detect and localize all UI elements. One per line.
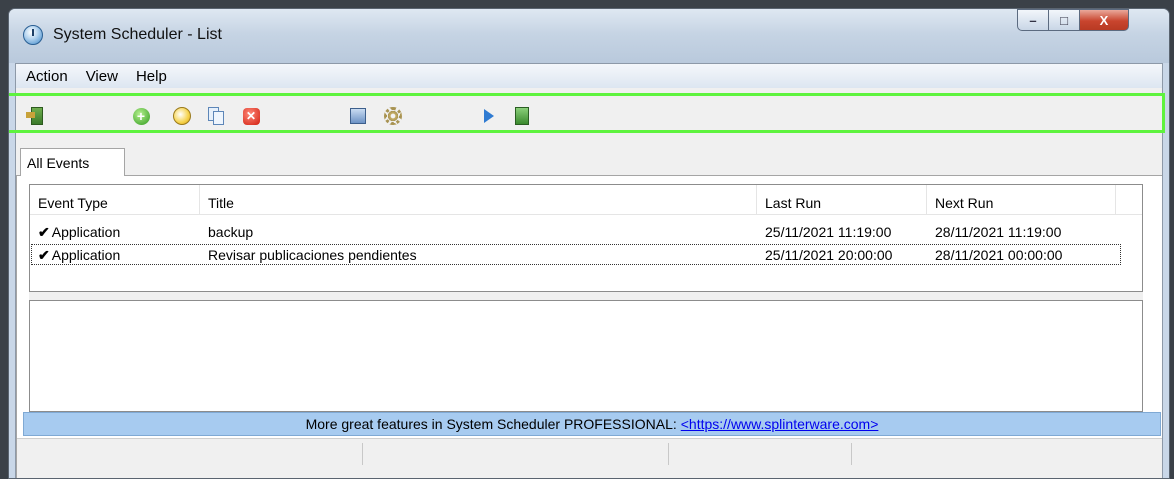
title-cell: backup	[208, 224, 254, 240]
column-header-title[interactable]: Title	[200, 185, 757, 215]
clock-icon[interactable]	[23, 25, 43, 45]
next-run-cell: 28/11/2021 00:00:00	[935, 247, 1063, 263]
status-segment	[669, 443, 852, 465]
table-row[interactable]: ✔ Application Revisar publicaciones pendi…	[30, 244, 1142, 266]
column-header-next-run[interactable]: Next Run	[927, 185, 1116, 215]
copy-event-icon[interactable]	[205, 105, 227, 127]
app-window: System Scheduler - List – □ X Action Vie…	[8, 8, 1170, 479]
menu-action[interactable]: Action	[26, 68, 68, 85]
exit-icon[interactable]	[26, 105, 48, 127]
promo-text: More great features in System Scheduler …	[305, 416, 677, 432]
delete-event-icon[interactable]: ✕	[240, 105, 262, 127]
maximize-icon: □	[1060, 12, 1068, 28]
menu-bar: Action View Help	[16, 64, 1162, 88]
event-type-value: Application	[51, 247, 121, 263]
window-title: System Scheduler - List	[53, 26, 222, 43]
status-segment	[852, 443, 1162, 465]
minimize-icon: –	[1029, 12, 1037, 28]
event-type-cell: ✔ Application	[38, 247, 120, 264]
details-pane	[29, 300, 1143, 412]
status-bar	[17, 438, 1162, 478]
title-cell: Revisar publicaciones pendientes	[208, 247, 417, 263]
maximize-button[interactable]: □	[1048, 9, 1080, 31]
last-run-cell: 25/11/2021 11:19:00	[765, 224, 892, 240]
tab-strip: All Events	[16, 142, 1162, 177]
add-event-icon[interactable]: +	[130, 105, 152, 127]
menu-view[interactable]: View	[86, 68, 118, 85]
events-panel: Event Type Title Last Run Next Run ✔ Appl…	[16, 176, 1162, 478]
event-type-cell: ✔ Application	[38, 224, 120, 241]
column-header-last-run[interactable]: Last Run	[757, 185, 927, 215]
status-segment	[17, 443, 363, 465]
run-icon[interactable]	[478, 105, 500, 127]
export-icon[interactable]	[511, 105, 533, 127]
table-row[interactable]: ✔ Application backup 25/11/2021 11:19:00 …	[30, 221, 1142, 243]
splitter[interactable]	[29, 292, 1143, 300]
last-run-cell: 25/11/2021 20:00:00	[765, 247, 893, 263]
tab-all-events[interactable]: All Events	[20, 148, 125, 177]
close-button[interactable]: X	[1079, 9, 1129, 31]
event-log-icon[interactable]	[347, 105, 369, 127]
promo-link[interactable]: <https://www.splinterware.com>	[681, 416, 879, 432]
check-icon: ✔	[38, 224, 50, 240]
settings-icon[interactable]	[382, 105, 404, 127]
event-type-value: Application	[51, 224, 121, 240]
events-list[interactable]: Event Type Title Last Run Next Run ✔ Appl…	[29, 184, 1143, 292]
list-header: Event Type Title Last Run Next Run	[30, 185, 1142, 215]
close-icon: X	[1099, 12, 1109, 28]
toolbar: + ✕	[16, 88, 1162, 142]
minimize-button[interactable]: –	[1017, 9, 1049, 31]
status-segment	[363, 443, 669, 465]
next-run-cell: 28/11/2021 11:19:00	[935, 224, 1062, 240]
column-header-event-type[interactable]: Event Type	[30, 185, 200, 215]
title-bar[interactable]: System Scheduler - List – □ X	[9, 9, 1169, 63]
client-area: Action View Help + ✕ All Events Event Ty…	[15, 63, 1163, 478]
check-icon: ✔	[38, 247, 50, 263]
promo-banner: More great features in System Scheduler …	[23, 412, 1161, 436]
menu-help[interactable]: Help	[136, 68, 167, 85]
edit-event-icon[interactable]	[171, 105, 193, 127]
